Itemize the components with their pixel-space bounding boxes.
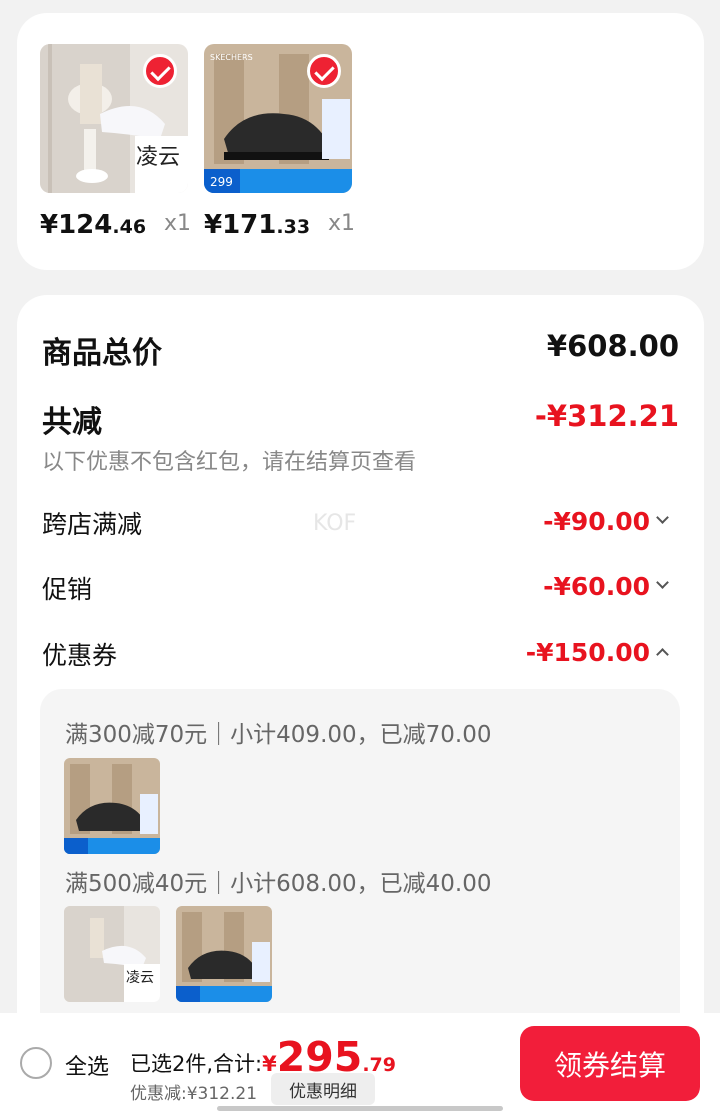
cart-products-card: 凌云 ¥124.46 x1 299 SKECHERS ¥171.33 x1 bbox=[17, 13, 704, 270]
checkout-button[interactable]: 领券结算 bbox=[520, 1026, 700, 1101]
chevron-down-icon[interactable] bbox=[656, 576, 669, 589]
chevron-up-icon[interactable] bbox=[656, 648, 669, 661]
white-sneaker-image: 凌云 bbox=[64, 906, 160, 1002]
svg-text:凌云: 凌云 bbox=[126, 970, 154, 986]
selected-count-text: 已选2件,合计: bbox=[130, 1052, 263, 1076]
coupon-2-product-thumbnail-1[interactable]: 凌云 bbox=[64, 906, 160, 1002]
select-all-radio[interactable] bbox=[20, 1047, 52, 1079]
coupon-1-product-thumbnail[interactable] bbox=[64, 758, 160, 854]
product-1-price: ¥124.46 bbox=[40, 210, 147, 240]
black-sneaker-image bbox=[176, 906, 272, 1002]
watermark-text: KOF bbox=[313, 511, 357, 536]
svg-text:凌云: 凌云 bbox=[136, 145, 180, 170]
coupon-rule-2: 满500减40元｜小计608.00，已减40.00 bbox=[65, 871, 492, 897]
discount-total-value: -¥312.21 bbox=[534, 399, 679, 433]
product-1-selected-icon[interactable] bbox=[143, 54, 177, 88]
home-indicator bbox=[217, 1106, 503, 1111]
cross-store-discount-label: 跨店满减 bbox=[42, 510, 143, 539]
svg-text:299: 299 bbox=[210, 175, 233, 189]
coupon-2-product-thumbnail-2[interactable] bbox=[176, 906, 272, 1002]
discount-detail-button[interactable]: 优惠明细 bbox=[271, 1073, 375, 1105]
coupon-label: 优惠券 bbox=[42, 641, 118, 670]
product-2-quantity: x1 bbox=[328, 211, 356, 236]
black-sneaker-image bbox=[64, 758, 160, 854]
promotion-label: 促销 bbox=[42, 575, 93, 604]
product-1-quantity: x1 bbox=[164, 211, 192, 236]
total-price-label: 商品总价 bbox=[42, 336, 162, 371]
promotion-value[interactable]: -¥60.00 bbox=[543, 572, 650, 601]
discount-label: 共减 bbox=[42, 405, 102, 440]
coupon-rule-1: 满300减70元｜小计409.00，已减70.00 bbox=[65, 722, 492, 748]
svg-text:SKECHERS: SKECHERS bbox=[210, 53, 253, 62]
product-2-price: ¥171.33 bbox=[204, 210, 311, 240]
discount-note: 以下优惠不包含红包，请在结算页查看 bbox=[42, 450, 417, 475]
chevron-down-icon[interactable] bbox=[656, 511, 669, 524]
price-summary-card: 商品总价 ¥608.00 共减 -¥312.21 以下优惠不包含红包，请在结算页… bbox=[17, 295, 704, 1055]
product-2-selected-icon[interactable] bbox=[307, 54, 341, 88]
discount-summary-text: 优惠减:¥312.21 bbox=[130, 1084, 258, 1104]
coupon-value[interactable]: -¥150.00 bbox=[526, 638, 650, 667]
checkout-bottom-bar: 全选 已选2件,合计:¥295.79 优惠减:¥312.21 优惠明细 领券结算 bbox=[0, 1013, 720, 1113]
cross-store-discount-value[interactable]: -¥90.00 bbox=[543, 507, 650, 536]
select-all-label[interactable]: 全选 bbox=[65, 1049, 109, 1081]
coupon-detail-panel: 满300减70元｜小计409.00，已减70.00 满500减40元｜小计608… bbox=[40, 689, 680, 1055]
total-price-value: ¥608.00 bbox=[546, 329, 679, 363]
